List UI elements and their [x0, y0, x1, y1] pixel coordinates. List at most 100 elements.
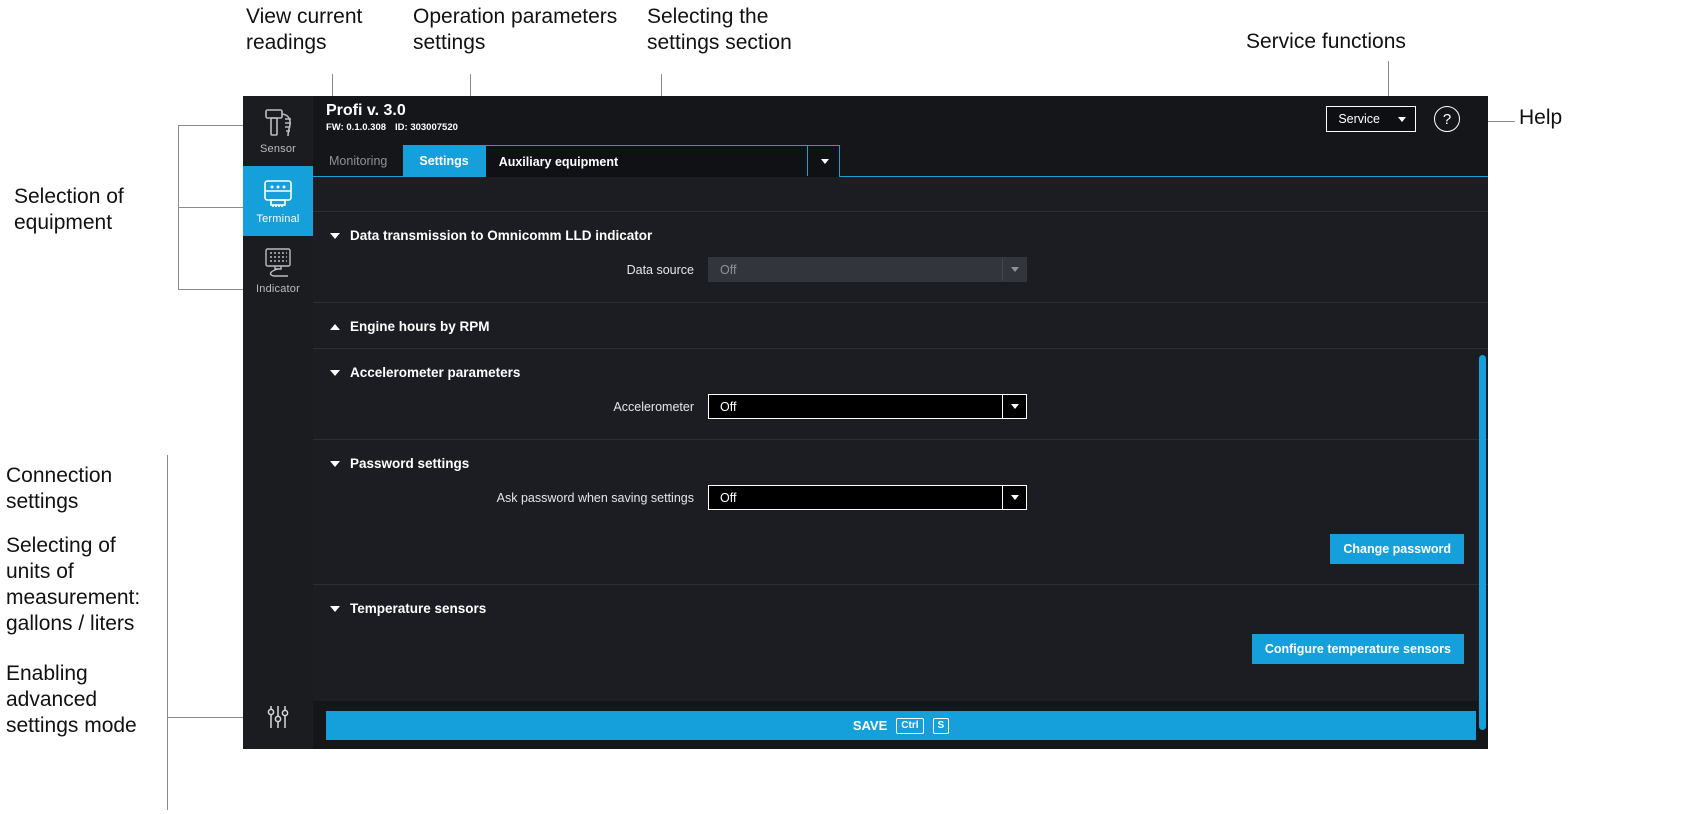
settings-section-value: Auxiliary equipment — [498, 154, 619, 169]
vertical-scrollbar[interactable] — [1479, 355, 1486, 730]
leader-equip-top — [178, 125, 244, 126]
group-password-settings-title: Password settings — [350, 456, 470, 471]
chevron-down-icon — [330, 460, 340, 467]
settings-content: Data transmission to Omnicomm LLD indica… — [313, 177, 1488, 701]
rail-item-terminal[interactable]: Terminal — [243, 166, 313, 236]
terminal-icon — [258, 177, 298, 211]
service-button-label: Service — [1338, 112, 1380, 126]
leader-left-group-v — [167, 455, 168, 810]
chevron-down-icon — [1010, 495, 1019, 500]
keycap-ctrl: Ctrl — [896, 717, 924, 734]
annotation-selecting-section: Selecting the settings section — [647, 5, 792, 54]
chevron-down-icon — [330, 232, 340, 239]
group-accelerometer-title: Accelerometer parameters — [350, 365, 521, 380]
select-arrow-box — [1002, 258, 1026, 281]
ask-password-select[interactable]: Off — [708, 485, 1027, 510]
group-engine-hours: Engine hours by RPM — [313, 302, 1488, 348]
tab-settings-label: Settings — [419, 153, 469, 168]
field-data-source-label: Data source — [626, 262, 694, 277]
annotated-screenshot: View current readings Operation paramete… — [0, 0, 1688, 814]
select-arrow-box — [1002, 486, 1026, 509]
sensor-icon — [258, 107, 298, 141]
tab-monitoring[interactable]: Monitoring — [313, 145, 403, 176]
keycap-s: S — [932, 717, 950, 734]
annotation-view-readings: View current readings — [246, 5, 363, 54]
ask-password-value: Off — [720, 490, 737, 505]
annotation-selection-equipment: Selection of equipment — [14, 185, 124, 234]
title-block: Profi v. 3.0 FW: 0.1.0.308 ID: 303007520 — [326, 101, 458, 134]
question-mark-icon: ? — [1442, 110, 1452, 128]
field-accelerometer-label: Accelerometer — [613, 399, 694, 414]
device-meta: FW: 0.1.0.308 ID: 303007520 — [326, 121, 458, 134]
annotation-operation-parameters: Operation parameters settings — [413, 5, 618, 54]
equipment-rail: Sensor Terminal Indicator — [243, 96, 313, 749]
chevron-down-icon — [1010, 404, 1019, 409]
group-temperature-sensors-header[interactable]: Temperature sensors — [313, 585, 1488, 630]
annotation-advanced-mode: Enabling advanced settings mode — [6, 662, 137, 737]
group-password-settings-header[interactable]: Password settings — [313, 440, 1488, 485]
chevron-up-icon — [330, 323, 340, 330]
accelerometer-select[interactable]: Off — [708, 394, 1027, 419]
group-temperature-sensors-title: Temperature sensors — [350, 601, 487, 616]
save-button-label: SAVE — [852, 718, 888, 733]
field-accelerometer: Accelerometer Off — [313, 394, 1488, 439]
select-divider — [806, 145, 808, 176]
annotation-service-functions: Service functions — [1246, 30, 1406, 53]
rail-item-indicator-label: Indicator — [256, 283, 300, 295]
sliders-icon — [265, 704, 291, 735]
rail-item-sensor-label: Sensor — [259, 143, 297, 155]
app-header: Profi v. 3.0 FW: 0.1.0.308 ID: 303007520 … — [313, 96, 1488, 145]
change-password-button[interactable]: Change password — [1330, 534, 1464, 564]
tab-bar: Monitoring Settings Auxiliary equipment — [313, 145, 1488, 177]
chevron-down-icon — [330, 369, 340, 376]
rail-item-sensor[interactable]: Sensor — [243, 96, 313, 166]
help-button[interactable]: ? — [1434, 106, 1460, 132]
group-data-transmission-header[interactable]: Data transmission to Omnicomm LLD indica… — [313, 212, 1488, 257]
chevron-down-icon — [1398, 116, 1406, 122]
settings-section-select[interactable]: Auxiliary equipment — [484, 145, 840, 177]
group-accelerometer: Accelerometer parameters Accelerometer O… — [313, 348, 1488, 439]
annotation-connection-settings: Connection settings — [6, 464, 113, 513]
group-temperature-sensors: Temperature sensors Configure temperatur… — [313, 584, 1488, 684]
field-data-source: Data source Off — [313, 257, 1488, 302]
chevron-down-icon — [330, 605, 340, 612]
indicator-icon — [258, 247, 298, 281]
leader-advanced-h — [167, 717, 244, 718]
group-accelerometer-header[interactable]: Accelerometer parameters — [313, 349, 1488, 394]
page-title: Profi v. 3.0 — [326, 102, 406, 119]
select-arrow-box — [1002, 395, 1026, 418]
tab-monitoring-label: Monitoring — [329, 153, 388, 168]
group-engine-hours-title: Engine hours by RPM — [350, 319, 490, 334]
data-source-value: Off — [720, 262, 737, 277]
leader-equip-h — [178, 207, 244, 208]
advanced-settings-toggle[interactable] — [243, 689, 313, 749]
leader-equip-bottom — [178, 289, 244, 290]
firmware-version: FW: 0.1.0.308 — [326, 122, 387, 133]
service-button[interactable]: Service — [1326, 106, 1416, 132]
device-id: ID: 303007520 — [395, 122, 458, 133]
rail-item-terminal-label: Terminal — [256, 213, 300, 225]
field-ask-password-label: Ask password when saving settings — [496, 490, 694, 505]
group-data-transmission: Data transmission to Omnicomm LLD indica… — [313, 211, 1488, 302]
settings-section-select-wrap: Auxiliary equipment — [484, 145, 840, 177]
leader-equip-v — [178, 125, 179, 290]
group-engine-hours-header[interactable]: Engine hours by RPM — [313, 303, 1488, 348]
configure-temperature-sensors-row: Configure temperature sensors — [313, 630, 1488, 684]
change-password-row: Change password — [313, 530, 1488, 584]
configure-temperature-sensors-button[interactable]: Configure temperature sensors — [1251, 634, 1464, 664]
chevron-down-icon — [1010, 267, 1019, 272]
annotation-units: Selecting of units of measurement: gallo… — [6, 534, 141, 635]
group-password-settings: Password settings Ask password when savi… — [313, 439, 1488, 584]
save-button[interactable]: SAVE Ctrl S — [326, 711, 1476, 740]
tab-settings[interactable]: Settings — [403, 145, 485, 176]
group-data-transmission-title: Data transmission to Omnicomm LLD indica… — [350, 228, 653, 243]
rail-item-indicator[interactable]: Indicator — [243, 236, 313, 306]
settings-scroll-area: Data transmission to Omnicomm LLD indica… — [313, 177, 1488, 701]
field-ask-password: Ask password when saving settings Off — [313, 485, 1488, 530]
accelerometer-value: Off — [720, 399, 737, 414]
annotation-help: Help — [1519, 106, 1563, 129]
chevron-down-icon — [820, 159, 829, 164]
data-source-select: Off — [708, 257, 1027, 282]
application-window: Sensor Terminal Indicator Profi v. 3.0 F… — [243, 96, 1488, 749]
content-top-spacer — [313, 177, 1488, 211]
